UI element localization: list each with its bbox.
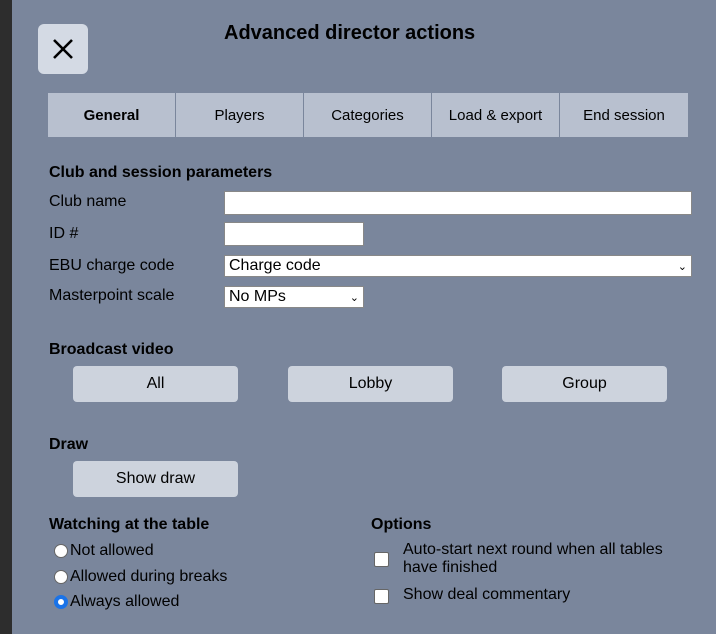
dialog-title: Advanced director actions [224,22,476,44]
watching-section-title: Watching at the table [49,516,210,533]
tab-general[interactable]: General [48,93,176,137]
close-button[interactable] [38,24,88,74]
tab-bar: General Players Categories Load & export… [48,93,688,137]
show-draw-button[interactable]: Show draw [73,461,238,497]
options-section-title: Options [371,516,432,533]
radio-label: Not allowed [70,542,154,559]
broadcast-all-button[interactable]: All [73,366,238,402]
draw-section-title: Draw [49,436,89,453]
radio-button[interactable] [54,570,68,584]
id-input[interactable] [224,222,364,246]
broadcast-group-button[interactable]: Group [502,366,667,402]
id-label: ID # [49,225,79,242]
tab-categories[interactable]: Categories [304,93,432,137]
masterpoint-select[interactable]: No MPs ⌄ [224,286,364,308]
club-name-input[interactable] [224,191,692,215]
option-label-line2: have finished [403,559,498,576]
radio-button-selected[interactable] [54,595,68,609]
close-icon [53,39,73,59]
option-label: Show deal commentary [403,586,571,603]
broadcast-lobby-button[interactable]: Lobby [288,366,453,402]
broadcast-section-title: Broadcast video [49,341,174,358]
radio-not-allowed[interactable]: Not allowed [54,542,154,560]
radio-button[interactable] [54,544,68,558]
club-name-label: Club name [49,193,127,210]
window-edge [0,0,12,634]
charge-code-value: Charge code [229,257,321,274]
option-label: Auto-start next round when all tables ha… [403,541,663,577]
chevron-down-icon: ⌄ [349,291,359,304]
tab-players[interactable]: Players [176,93,304,137]
tab-load-export[interactable]: Load & export [432,93,560,137]
radio-allowed-during-breaks[interactable]: Allowed during breaks [54,568,227,586]
masterpoint-label: Masterpoint scale [49,287,175,304]
checkbox[interactable] [374,552,389,567]
option-label-line1: Auto-start next round when all tables [403,541,663,558]
radio-label: Allowed during breaks [70,568,228,585]
club-section-title: Club and session parameters [49,164,273,181]
radio-label: Always allowed [70,593,180,610]
checkbox[interactable] [374,589,389,604]
advanced-director-dialog: Advanced director actions General Player… [12,0,716,634]
tab-end-session[interactable]: End session [560,93,688,137]
masterpoint-value: No MPs [229,288,286,305]
option-auto-start[interactable]: Auto-start next round when all tables ha… [374,541,663,577]
charge-code-label: EBU charge code [49,257,175,274]
charge-code-select[interactable]: Charge code ⌄ [224,255,692,277]
chevron-down-icon: ⌄ [677,260,687,273]
radio-always-allowed[interactable]: Always allowed [54,593,179,611]
option-show-deal-commentary[interactable]: Show deal commentary [374,586,570,604]
